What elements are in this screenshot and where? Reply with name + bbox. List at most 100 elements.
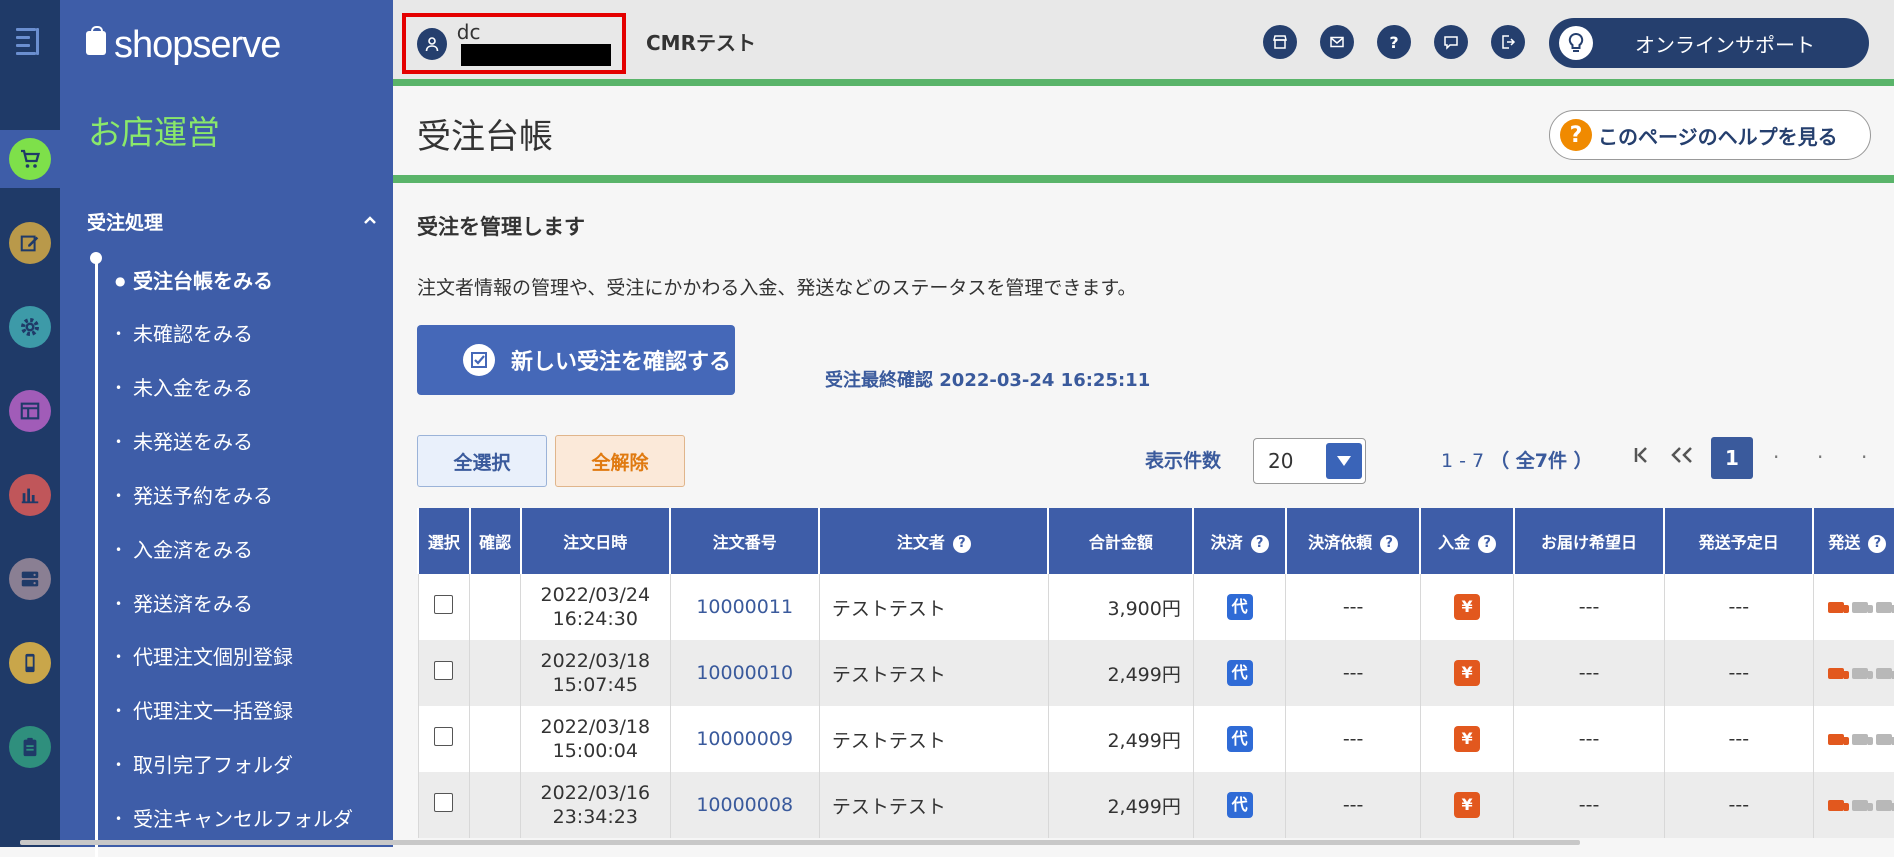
sidebar-item-shipped[interactable]: • 発送済をみる: [115, 588, 395, 617]
help-icon[interactable]: ?: [952, 535, 971, 553]
col-delivery-date[interactable]: お届け希望日: [1512, 508, 1665, 574]
help-icon[interactable]: ?: [1250, 535, 1269, 553]
yen-icon[interactable]: ¥: [1454, 660, 1481, 686]
row-checkbox[interactable]: [434, 661, 454, 680]
checkbox-check-icon: [463, 344, 495, 376]
sidebar-item-cancel-folder[interactable]: • 受注キャンセルフォルダ: [115, 803, 395, 832]
section-description: 注文者情報の管理や、受注にかかわる入金、発送などのステータスを管理できます。: [417, 277, 1137, 299]
col-amount[interactable]: 合計金額: [1047, 508, 1194, 574]
order-date: 2022/03/16 23:34:23: [520, 772, 671, 838]
ship-date: ---: [1663, 640, 1814, 706]
horizontal-scrollbar[interactable]: [20, 840, 1580, 845]
pagination-dot: ·: [1861, 445, 1868, 469]
delivery-date: ---: [1513, 574, 1665, 640]
col-date[interactable]: 注文日時: [519, 508, 671, 574]
sidebar-item-proxy-bulk[interactable]: • 代理注文一括登録: [115, 695, 395, 724]
logout-icon[interactable]: [1491, 25, 1525, 59]
confirm-cell: [469, 640, 521, 706]
cart-icon[interactable]: [9, 138, 51, 180]
shipping-status[interactable]: [1812, 640, 1894, 706]
col-payment[interactable]: 決済?: [1192, 508, 1286, 574]
cod-badge: 代: [1226, 792, 1253, 818]
sidebar-item-label: 代理注文個別登録: [133, 645, 293, 669]
confirm-new-orders-button[interactable]: 新しい受注を確認する: [417, 325, 735, 395]
select-all-button[interactable]: 全選択: [417, 435, 547, 487]
customer-name: テストテスト: [818, 706, 1049, 772]
table-header-row: 選択 確認 注文日時 注文番号 注文者? 合計金額 決済? 決済依頼? 入金? …: [417, 508, 1894, 574]
shipping-status[interactable]: [1812, 706, 1894, 772]
chat-icon[interactable]: [1434, 25, 1468, 59]
help-label: このページのヘルプを見る: [1598, 124, 1838, 149]
mobile-icon[interactable]: [9, 642, 51, 684]
sidebar-item-order-ledger[interactable]: ● 受注台帳をみる: [115, 265, 395, 294]
menu-toggle-icon[interactable]: [12, 22, 48, 62]
cod-badge: 代: [1226, 594, 1253, 620]
order-number-link[interactable]: 10000011: [696, 596, 793, 618]
confirm-cell: [469, 706, 521, 772]
table-row[interactable]: 2022/03/16 23:34:23 10000008 テストテスト 2,499…: [417, 772, 1894, 838]
user-id-prefix: dc: [456, 19, 481, 44]
yen-icon[interactable]: ¥: [1454, 594, 1481, 620]
help-icon[interactable]: ?: [1478, 535, 1497, 553]
page-current[interactable]: 1: [1711, 437, 1753, 479]
layout-icon[interactable]: [9, 390, 51, 432]
prev-page-icon[interactable]: [1669, 445, 1695, 470]
shipping-status[interactable]: [1812, 574, 1894, 640]
sidebar-item-label: 発送済をみる: [133, 592, 253, 616]
sidebar-item-completed-folder[interactable]: • 取引完了フォルダ: [115, 749, 395, 778]
order-number-link[interactable]: 10000010: [696, 662, 793, 684]
order-number-link[interactable]: 10000009: [696, 728, 793, 750]
col-customer-label: 注文者: [896, 533, 945, 552]
order-number-link[interactable]: 10000008: [696, 794, 793, 816]
first-page-icon[interactable]: [1633, 445, 1649, 470]
per-page-select[interactable]: 20: [1253, 438, 1366, 484]
sidebar-item-unconfirmed[interactable]: • 未確認をみる: [115, 318, 395, 347]
row-checkbox[interactable]: [434, 793, 454, 812]
row-checkbox[interactable]: [434, 727, 454, 746]
sidebar-item-proxy-single[interactable]: • 代理注文個別登録: [115, 641, 395, 670]
shipping-status[interactable]: [1812, 772, 1894, 838]
online-support-button[interactable]: オンラインサポート: [1549, 18, 1869, 68]
table-row[interactable]: 2022/03/18 15:00:04 10000009 テストテスト 2,499…: [417, 706, 1894, 772]
sidebar-item-paid[interactable]: • 入金済をみる: [115, 534, 395, 563]
help-icon[interactable]: ?: [1377, 25, 1411, 59]
table-row[interactable]: 2022/03/18 15:07:45 10000010 テストテスト 2,499…: [417, 640, 1894, 706]
col-payment-request[interactable]: 決済依頼?: [1284, 508, 1421, 574]
edit-icon[interactable]: [9, 222, 51, 264]
main-content: 受注を管理します 注文者情報の管理や、受注にかかわる入金、発送などのステータスを…: [393, 183, 1894, 847]
sidebar-item-unpaid[interactable]: • 未入金をみる: [115, 372, 395, 401]
clipboard-icon[interactable]: [9, 726, 51, 768]
sidebar-item-ship-reservation[interactable]: • 発送予約をみる: [115, 480, 395, 509]
col-customer[interactable]: 注文者?: [818, 508, 1049, 574]
col-ship-date[interactable]: 発送予定日: [1663, 508, 1814, 574]
bar-chart-icon[interactable]: [9, 474, 51, 516]
sidebar-item-label: 未入金をみる: [133, 376, 253, 400]
row-checkbox[interactable]: [434, 595, 454, 614]
payment-request: ---: [1285, 772, 1421, 838]
yen-icon[interactable]: ¥: [1454, 726, 1481, 752]
store-icon[interactable]: [1263, 25, 1297, 59]
order-amount: 2,499円: [1047, 640, 1194, 706]
orders-table: 選択 確認 注文日時 注文番号 注文者? 合計金額 決済? 決済依頼? 入金? …: [417, 508, 1894, 838]
gear-icon[interactable]: [9, 306, 51, 348]
shopserve-logo[interactable]: shopserve: [86, 24, 281, 67]
col-shipping[interactable]: 発送?: [1812, 508, 1894, 574]
server-icon[interactable]: [9, 558, 51, 600]
deselect-all-button[interactable]: 全解除: [555, 435, 685, 487]
col-order-no[interactable]: 注文番号: [669, 508, 820, 574]
order-date-day: 2022/03/16: [540, 782, 651, 804]
col-deposit[interactable]: 入金?: [1419, 508, 1514, 574]
mail-icon[interactable]: [1320, 25, 1354, 59]
help-icon[interactable]: ?: [1868, 535, 1887, 553]
page-help-button[interactable]: ? このページのヘルプを見る: [1549, 110, 1871, 160]
yen-icon[interactable]: ¥: [1454, 792, 1481, 818]
group-order-processing[interactable]: 受注処理: [87, 208, 377, 235]
customer-name: テストテスト: [818, 772, 1049, 838]
sidebar-item-unshipped[interactable]: • 未発送をみる: [115, 426, 395, 455]
help-icon[interactable]: ?: [1380, 535, 1399, 553]
customer-name: テストテスト: [818, 574, 1049, 640]
order-amount: 2,499円: [1047, 772, 1194, 838]
table-row[interactable]: 2022/03/24 16:24:30 10000011 テストテスト 3,900…: [417, 574, 1894, 640]
truck-icon: [1851, 602, 1873, 613]
user-account-box[interactable]: dc: [402, 13, 626, 74]
